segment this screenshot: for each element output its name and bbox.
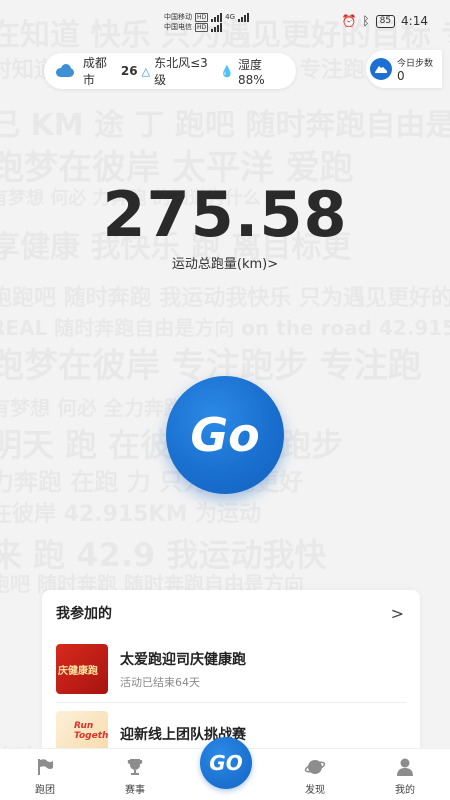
nav-item-team[interactable]: 跑团	[15, 756, 75, 796]
weather-humidity: 湿度88%	[238, 57, 265, 87]
steps-value: 0	[397, 68, 405, 83]
planet-icon	[304, 756, 326, 778]
nav-item-discover[interactable]: 发现	[285, 756, 345, 796]
signal-icon	[211, 22, 223, 32]
carrier-info: 中国移动 HD 4G 中国电信 HD	[164, 12, 250, 32]
watermark-line: 来 跑 42.9 我运动我快	[0, 530, 326, 576]
watermark-line: 己 KM 途 丁 跑吧 随时奔跑自由是方向	[0, 100, 450, 144]
cloud-icon	[54, 63, 75, 79]
event-name: 太爱跑迎司庆健康跑	[120, 651, 246, 668]
joined-events-header[interactable]: 我参加的 >	[42, 590, 420, 636]
watermark-line: 在彼岸 42.915KM 为运动	[0, 496, 261, 528]
today-steps-card[interactable]: 今日步数 0	[366, 50, 442, 88]
weather-wind: 东北风≤3级	[154, 56, 208, 87]
status-right: ⏰ ᛒ 85 4:14	[341, 14, 428, 28]
weather-widget[interactable]: 成都市 26 △ 东北风≤3级 💧 湿度88%	[44, 53, 296, 89]
nav-label: 跑团	[35, 785, 55, 796]
carrier-2-name: 中国电信	[164, 23, 192, 31]
nav-item-events[interactable]: 赛事	[105, 756, 165, 796]
nav-label: 我的	[395, 785, 415, 796]
wind-icon: △	[141, 64, 151, 78]
signal-icon	[211, 12, 223, 22]
nav-item-me[interactable]: 我的	[375, 756, 435, 796]
total-distance-label: 运动总跑量(km)	[171, 257, 268, 272]
humidity-drop-icon: 💧	[220, 64, 234, 78]
battery-indicator: 85	[375, 14, 396, 28]
total-distance-link[interactable]: 运动总跑量(km)>	[0, 253, 450, 272]
signal-icon	[238, 12, 250, 22]
start-run-button[interactable]: Go	[166, 376, 284, 494]
total-distance-value: 275.58	[102, 178, 348, 251]
carrier-1-name: 中国移动	[164, 13, 192, 21]
person-icon	[394, 756, 416, 778]
bluetooth-icon: ᛒ	[362, 14, 370, 28]
alarm-icon: ⏰	[341, 14, 357, 28]
bottom-nav: 跑团 赛事 发现 我的 GO	[0, 737, 450, 800]
chevron-right-icon: >	[267, 257, 279, 272]
event-status: 活动已结束64天	[120, 675, 200, 689]
chevron-right-icon: >	[390, 603, 404, 623]
weather-city: 成都市	[82, 56, 107, 87]
nav-label: 发现	[305, 785, 325, 796]
steps-label: 今日步数	[397, 58, 434, 69]
nav-label: 赛事	[125, 785, 145, 796]
weather-temp: 26	[120, 64, 138, 78]
network-type: 4G	[225, 13, 236, 21]
trophy-icon	[124, 756, 146, 778]
flag-icon	[34, 756, 56, 778]
nav-go-button[interactable]: GO	[200, 737, 252, 789]
joined-events-title: 我参加的	[56, 606, 112, 622]
event-list-item[interactable]: 庆健康跑 太爱跑迎司庆健康跑 活动已结束64天	[42, 636, 420, 702]
hd-badge: HD	[195, 22, 209, 32]
joined-events-card: 我参加的 > 庆健康跑 太爱跑迎司庆健康跑 活动已结束64天 Run Toget…	[42, 590, 420, 760]
shoe-icon	[370, 58, 392, 80]
clock: 4:14	[401, 14, 428, 28]
event-thumbnail: 庆健康跑	[56, 644, 108, 694]
status-bar: 中国移动 HD 4G 中国电信 HD ⏰ ᛒ 85 4:14	[0, 0, 450, 44]
watermark-line: 跑跑吧 随时奔跑 我运动我快乐 只为遇见更好的自己	[0, 280, 450, 312]
hd-badge: HD	[195, 12, 209, 22]
watermark-line: REAL 随时奔跑自由是方向 on the road 42.915KM 专注	[0, 312, 450, 341]
